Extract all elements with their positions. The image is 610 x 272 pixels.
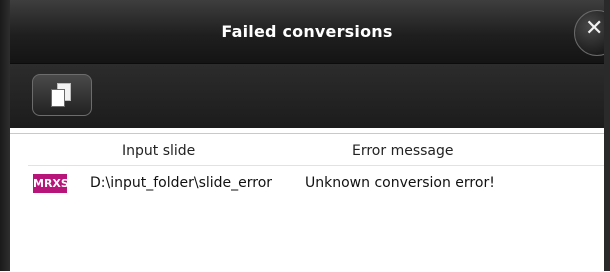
error-message-cell: Unknown conversion error! [305,175,495,191]
toolbar [10,63,604,128]
table-row[interactable]: MRXS D:\input_folder\slide_error Unknown… [10,173,604,197]
format-badge: MRXS [33,174,69,193]
failed-conversions-table: Input slide Error message MRXS D:\input_… [10,133,604,272]
copy-icon [49,83,75,109]
titlebar: Failed conversions [10,0,604,63]
failed-conversions-dialog: Failed conversions ✕ Input slide Error m… [0,0,610,272]
column-header-input-slide[interactable]: Input slide [122,143,195,159]
close-icon: ✕ [585,16,604,41]
copy-button[interactable] [32,74,92,116]
dialog-title: Failed conversions [221,22,393,41]
input-slide-cell: D:\input_folder\slide_error [90,175,273,191]
column-header-error-message[interactable]: Error message [352,143,454,159]
header-divider [28,165,604,166]
window-right-frame [604,0,610,271]
window-left-frame [0,0,10,271]
